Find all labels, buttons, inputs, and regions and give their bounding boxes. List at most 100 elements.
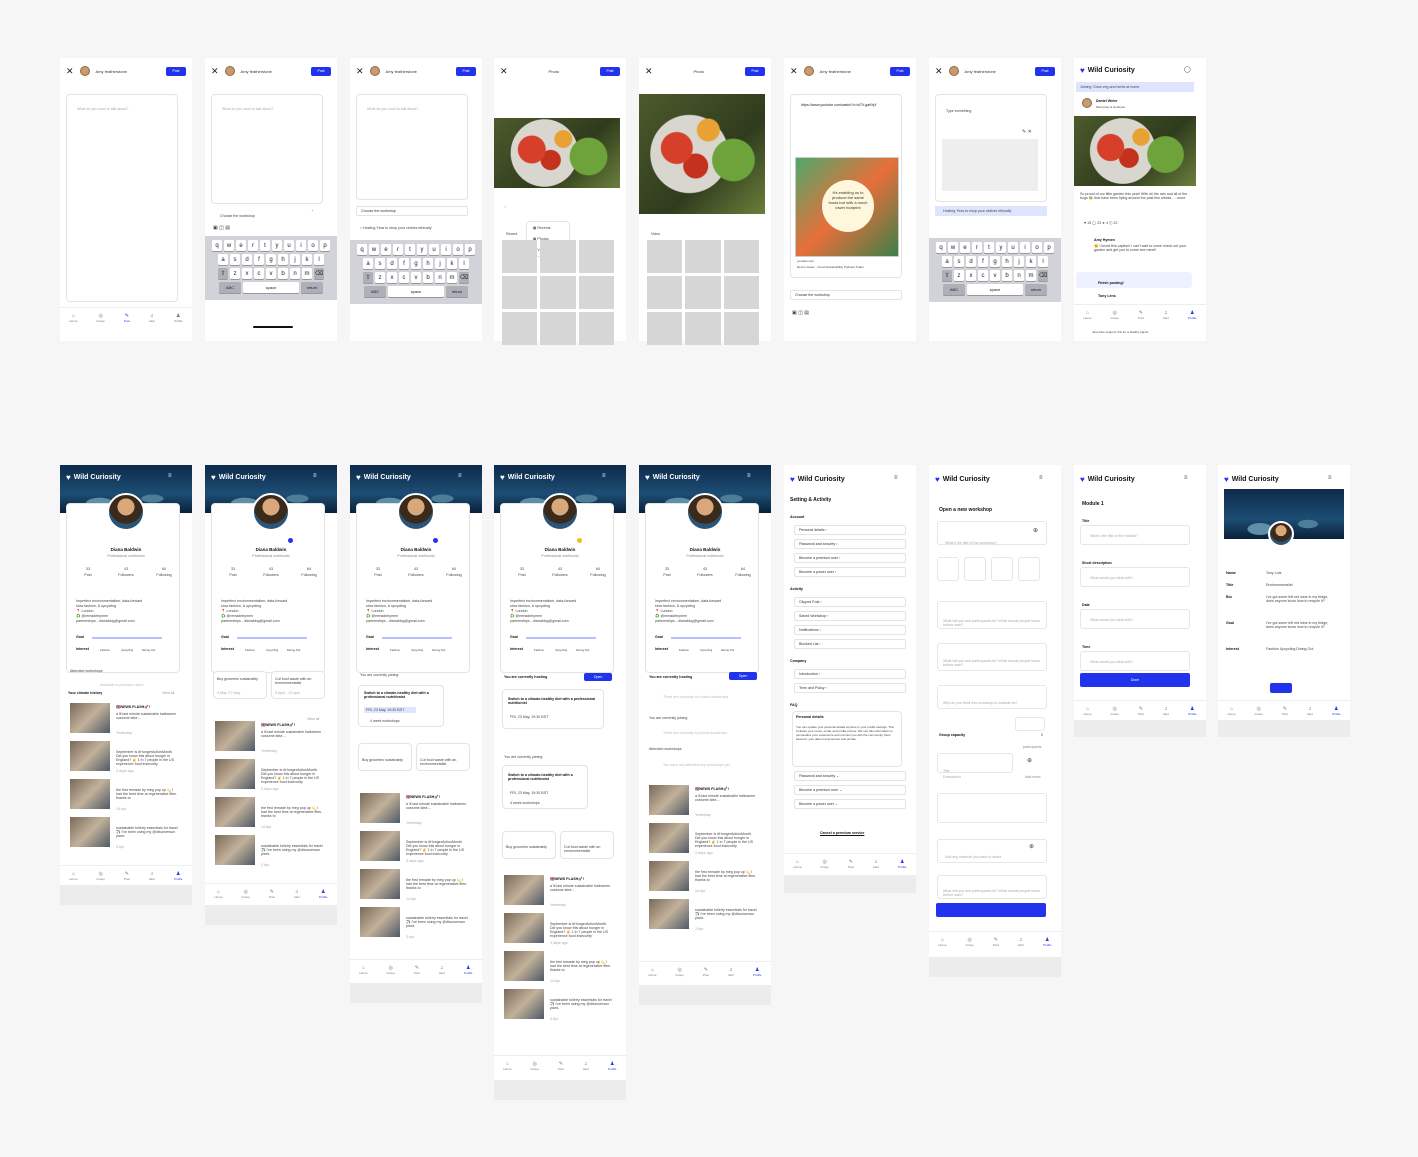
- finish-posting-toast[interactable]: [1076, 272, 1192, 288]
- nav-alert[interactable]: ♫ Alert: [873, 859, 879, 869]
- key-f[interactable]: f: [254, 254, 264, 265]
- key-h[interactable]: h: [1002, 256, 1012, 267]
- key-v[interactable]: v: [990, 270, 1000, 281]
- nav-alert[interactable]: ♫ Alert: [1163, 310, 1169, 320]
- nav-profile[interactable]: ♟ Profile: [1188, 310, 1197, 320]
- nav-profile[interactable]: ♟ Profile: [464, 965, 473, 975]
- settings-item[interactable]: Term and Policy ›: [794, 683, 906, 693]
- nav-profile[interactable]: ♟ Profile: [753, 967, 762, 977]
- key-l[interactable]: l: [459, 258, 469, 269]
- workshop-dropdown[interactable]: Choose the workshop: [356, 206, 468, 216]
- save-button[interactable]: [1270, 683, 1292, 693]
- nav-group[interactable]: ◎ Group: [1110, 706, 1118, 716]
- media-grid[interactable]: [647, 240, 759, 345]
- choose-workshop[interactable]: Choose the workshop: [220, 214, 255, 218]
- nav-alert[interactable]: ♫ Alert: [149, 871, 155, 881]
- key-d[interactable]: d: [387, 258, 397, 269]
- nav-post[interactable]: ✎ Post: [848, 859, 854, 869]
- menu-icon[interactable]: ≡: [313, 473, 317, 479]
- post-button[interactable]: Post: [745, 66, 765, 76]
- video-preview[interactable]: It's enabling us to produce the same foo…: [795, 157, 899, 257]
- key-k[interactable]: k: [447, 258, 457, 269]
- nav-group[interactable]: ◎ Group: [1110, 310, 1118, 320]
- image-slot[interactable]: [1018, 557, 1040, 581]
- nav-profile[interactable]: ♟ Profile: [608, 1061, 617, 1071]
- feed-image[interactable]: [70, 779, 110, 809]
- chat-icon[interactable]: ◯: [1184, 66, 1191, 73]
- media-thumb[interactable]: [578, 276, 614, 309]
- key-l[interactable]: l: [1038, 256, 1048, 267]
- key-a[interactable]: a: [942, 256, 952, 267]
- post-button[interactable]: Post: [890, 66, 910, 76]
- media-thumb[interactable]: [540, 276, 576, 309]
- nav-home[interactable]: ⌂ Home: [359, 965, 367, 975]
- key-s[interactable]: s: [954, 256, 964, 267]
- key-j[interactable]: j: [1014, 256, 1024, 267]
- close-icon[interactable]: ✕: [645, 66, 653, 76]
- key-v[interactable]: v: [266, 268, 276, 279]
- space-key[interactable]: space: [243, 282, 299, 293]
- workshop-dropdown[interactable]: Choose the workshop: [790, 290, 902, 300]
- nav-profile[interactable]: ♟ Profile: [1043, 937, 1052, 947]
- key-h[interactable]: h: [278, 254, 288, 265]
- key-c[interactable]: c: [978, 270, 988, 281]
- key-n[interactable]: n: [290, 268, 300, 279]
- media-thumb[interactable]: [685, 240, 721, 273]
- nav-post[interactable]: ✎ Post: [269, 889, 275, 899]
- key-e[interactable]: e: [960, 242, 970, 253]
- nav-alert[interactable]: ♫ Alert: [1307, 706, 1313, 716]
- add-icon[interactable]: ⊕: [1033, 527, 1038, 534]
- nav-post[interactable]: ✎ Post: [993, 937, 999, 947]
- nav-profile[interactable]: ♟ Profile: [174, 313, 183, 323]
- media-thumb[interactable]: [723, 240, 759, 273]
- key-k[interactable]: k: [1026, 256, 1036, 267]
- key-o[interactable]: o: [453, 244, 463, 255]
- media-grid[interactable]: [502, 240, 614, 345]
- feed-image[interactable]: [504, 913, 544, 943]
- attachment-icons[interactable]: ▣ ◫ ▤: [213, 225, 230, 231]
- composer-card[interactable]: What do you want to talk about?: [356, 94, 468, 200]
- feed-image[interactable]: [70, 741, 110, 771]
- key-r[interactable]: r: [393, 244, 403, 255]
- feed-image[interactable]: [215, 835, 255, 865]
- key-o[interactable]: o: [1032, 242, 1042, 253]
- nav-post[interactable]: ✎ Post: [124, 313, 130, 323]
- key-q[interactable]: q: [936, 242, 946, 253]
- key-s[interactable]: s: [375, 258, 385, 269]
- key-i[interactable]: i: [296, 240, 306, 251]
- media-thumb[interactable]: [647, 276, 683, 309]
- media-thumb[interactable]: [685, 276, 721, 309]
- feed-image[interactable]: [504, 951, 544, 981]
- settings-item[interactable]: Become a premium user ›: [794, 553, 906, 563]
- nav-group[interactable]: ◎ Group: [96, 313, 104, 323]
- key-t[interactable]: t: [405, 244, 415, 255]
- key-q[interactable]: q: [357, 244, 367, 255]
- settings-item[interactable]: Notifications ›: [794, 625, 906, 635]
- close-icon[interactable]: ✕: [500, 66, 508, 76]
- menu-icon[interactable]: ≡: [747, 473, 751, 479]
- feed-image[interactable]: [215, 797, 255, 827]
- nav-home[interactable]: ⌂ Home: [69, 313, 77, 323]
- feed-image[interactable]: [70, 703, 110, 733]
- menu-icon[interactable]: ≡: [168, 473, 172, 479]
- workshop-small-card[interactable]: [416, 743, 470, 771]
- key-s[interactable]: s: [230, 254, 240, 265]
- nav-group[interactable]: ◎ Group: [530, 1061, 538, 1071]
- feed-image[interactable]: [649, 861, 689, 891]
- nav-post[interactable]: ✎ Post: [1138, 706, 1144, 716]
- key-l[interactable]: l: [314, 254, 324, 265]
- return-key[interactable]: return: [1025, 284, 1047, 295]
- edit-icon[interactable]: ✎ ✕: [1022, 129, 1032, 135]
- settings-item[interactable]: Saved Workshop ›: [794, 611, 906, 621]
- nav-home[interactable]: ⌂ Home: [1083, 706, 1091, 716]
- feed-image[interactable]: [649, 785, 689, 815]
- delete-key[interactable]: ⌫: [459, 272, 469, 283]
- key-q[interactable]: q: [212, 240, 222, 251]
- settings-item[interactable]: Introduction ›: [794, 669, 906, 679]
- open-button[interactable]: Open: [729, 672, 757, 680]
- media-thumb[interactable]: [723, 312, 759, 345]
- key-g[interactable]: g: [990, 256, 1000, 267]
- menu-icon[interactable]: ≡: [1039, 475, 1043, 481]
- nav-group[interactable]: ◎ Group: [96, 871, 104, 881]
- key-f[interactable]: f: [978, 256, 988, 267]
